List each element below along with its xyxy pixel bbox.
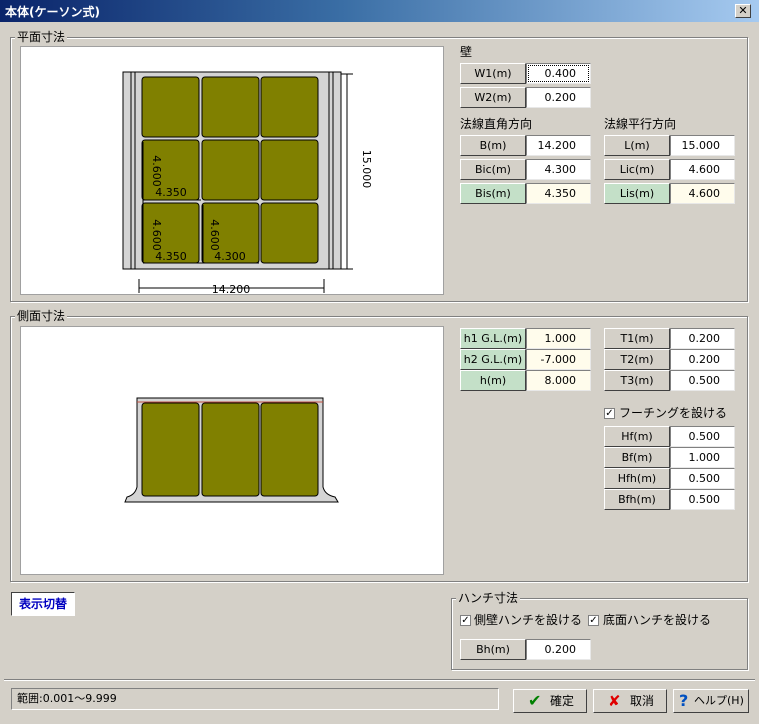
display-toggle-button[interactable]: 表示切替 — [11, 592, 75, 616]
title-bar — [0, 0, 759, 22]
t1-button[interactable]: T1(m) — [604, 328, 670, 349]
side-haunch-checkbox[interactable]: ✓ — [460, 615, 471, 626]
plan-group-label: 平面寸法 — [15, 30, 68, 44]
side-drawing — [20, 326, 444, 575]
bf-field[interactable]: 1.000 — [670, 447, 735, 468]
bf-button[interactable]: Bf(m) — [604, 447, 670, 468]
haunch-group-label: ハンチ寸法 — [456, 591, 521, 605]
bic-button[interactable]: Bic(m) — [460, 159, 526, 180]
lic-field[interactable]: 4.600 — [670, 159, 735, 180]
dim-lc-label: 4.600 — [208, 219, 221, 251]
lis-field[interactable]: 4.600 — [670, 183, 735, 204]
lis-button[interactable]: Lis(m) — [604, 183, 670, 204]
plan-drawing: 14.200 15.000 4.350 4.350 4.300 4.600 4.… — [20, 46, 444, 296]
b-button[interactable]: B(m) — [460, 135, 526, 156]
side-group-label: 側面寸法 — [15, 309, 68, 323]
h-field[interactable]: 8.000 — [526, 370, 591, 391]
help-button[interactable]: ? ヘルプ(H) — [673, 689, 749, 713]
bfh-button[interactable]: Bfh(m) — [604, 489, 670, 510]
hf-button[interactable]: Hf(m) — [604, 426, 670, 447]
bfh-field[interactable]: 0.500 — [670, 489, 735, 510]
l-field[interactable]: 15.000 — [670, 135, 735, 156]
side-cells — [141, 402, 319, 497]
dim-bs2-label: 4.350 — [155, 250, 187, 263]
window-title: 本体(ケーソン式) — [5, 5, 100, 19]
w2-field[interactable]: 0.200 — [526, 87, 591, 108]
bic-field[interactable]: 4.300 — [526, 159, 591, 180]
hfh-field[interactable]: 0.500 — [670, 468, 735, 489]
help-label: ヘルプ(H) — [694, 694, 744, 707]
hfh-button[interactable]: Hfh(m) — [604, 468, 670, 489]
hf-field[interactable]: 0.500 — [670, 426, 735, 447]
bottom-haunch-checkbox[interactable]: ✓ — [588, 615, 599, 626]
dim-b-label: 14.200 — [212, 283, 251, 294]
h2-field[interactable]: -7.000 — [526, 349, 591, 370]
perp-label: 法線直角方向 — [460, 117, 533, 131]
bh-field[interactable]: 0.200 — [526, 639, 591, 660]
ok-button[interactable]: ✔ 確定 — [513, 689, 587, 713]
w1-field[interactable]: 0.400 — [526, 63, 591, 84]
t2-field[interactable]: 0.200 — [670, 349, 735, 370]
l-button[interactable]: L(m) — [604, 135, 670, 156]
cross-icon: ✘ — [608, 692, 621, 710]
dim-ls-label: 4.600 — [150, 155, 163, 187]
check-icon: ✔ — [528, 691, 542, 710]
cancel-label: 取消 — [630, 694, 655, 708]
plan-cells — [141, 76, 319, 264]
plan-drawing-svg: 14.200 15.000 4.350 4.350 4.300 4.600 4.… — [122, 71, 373, 296]
dim-l-label: 15.000 — [360, 150, 373, 189]
w1-button[interactable]: W1(m) — [460, 63, 526, 84]
footing-label: フーチングを設ける — [619, 406, 728, 420]
status-bar: 範囲:0.001〜9.999 — [11, 688, 499, 710]
lic-button[interactable]: Lic(m) — [604, 159, 670, 180]
bis-field[interactable]: 4.350 — [526, 183, 591, 204]
bis-button[interactable]: Bis(m) — [460, 183, 526, 204]
dim-bs-label: 4.350 — [155, 186, 187, 199]
side-haunch-label: 側壁ハンチを設ける — [474, 613, 583, 627]
b-field[interactable]: 14.200 — [526, 135, 591, 156]
bh-button[interactable]: Bh(m) — [460, 639, 526, 660]
h2-button[interactable]: h2 G.L.(m) — [460, 349, 526, 370]
dim-ls2-label: 4.600 — [150, 219, 163, 251]
dim-bc-label: 4.300 — [214, 250, 246, 263]
wall-label: 壁 — [460, 45, 473, 59]
bottom-haunch-label: 底面ハンチを設ける — [603, 613, 712, 627]
ok-label: 確定 — [550, 694, 575, 708]
footing-checkbox[interactable]: ✓ — [604, 408, 615, 419]
t3-field[interactable]: 0.500 — [670, 370, 735, 391]
bottom-separator — [4, 679, 755, 681]
close-button[interactable]: ✕ — [735, 4, 751, 18]
para-label: 法線平行方向 — [604, 117, 677, 131]
w2-button[interactable]: W2(m) — [460, 87, 526, 108]
h-button[interactable]: h(m) — [460, 370, 526, 391]
h1-button[interactable]: h1 G.L.(m) — [460, 328, 526, 349]
t1-field[interactable]: 0.200 — [670, 328, 735, 349]
side-drawing-svg — [124, 397, 339, 503]
cancel-button[interactable]: ✘ 取消 — [593, 689, 667, 713]
h1-field[interactable]: 1.000 — [526, 328, 591, 349]
help-icon: ? — [679, 691, 689, 710]
t2-button[interactable]: T2(m) — [604, 349, 670, 370]
t3-button[interactable]: T3(m) — [604, 370, 670, 391]
